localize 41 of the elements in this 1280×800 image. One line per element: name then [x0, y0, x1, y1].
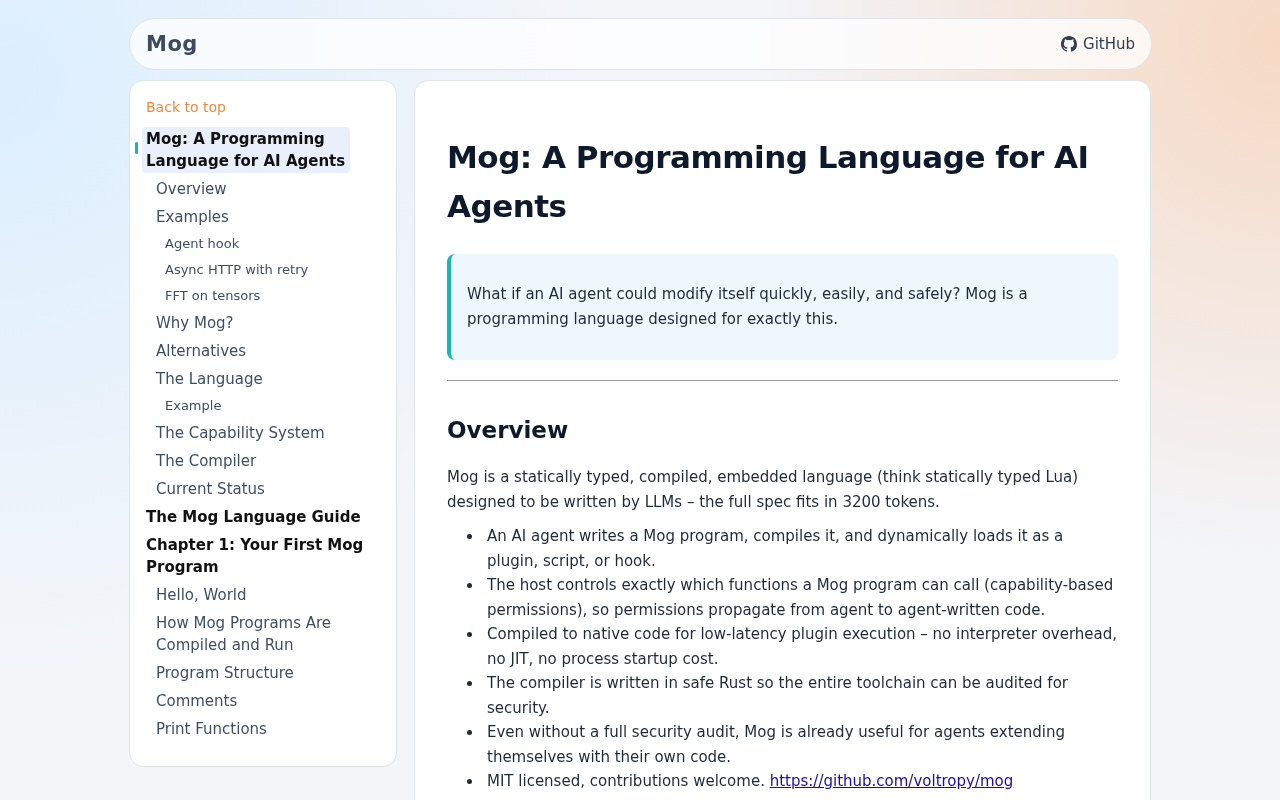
- list-item-text: The compiler is written in safe Rust so the entire toolchain can be audited for security.: [487, 673, 1069, 719]
- toc-link[interactable]: The Language: [146, 365, 380, 393]
- site-title[interactable]: Mog: [146, 32, 198, 56]
- toc-link[interactable]: Example: [146, 393, 380, 419]
- list-item-text: The host controls exactly which functions a Mog program can call (capability-based permissions), so permissions propagate from agent to agent-written code.: [487, 575, 1115, 621]
- toc-link[interactable]: FFT on tensors: [146, 283, 380, 309]
- toc-link[interactable]: Print Functions: [146, 715, 380, 743]
- list-item-text: An AI agent writes a Mog program, compiles it, and dynamically loads it as a plugin, script, or hook.: [487, 526, 1065, 572]
- repo-link[interactable]: https://github.com/voltropy/mog: [769, 772, 1014, 790]
- bullet-icon: [467, 779, 472, 784]
- list-item-text: Even without a full security audit, Mog is already useful for agents extending themselves with their own code.: [487, 722, 1067, 768]
- toc-link[interactable]: Examples: [146, 203, 380, 231]
- toc-link[interactable]: Program Structure: [146, 659, 380, 687]
- active-marker: [135, 142, 138, 154]
- toc-link[interactable]: Chapter 1: Your First Mog Program: [146, 531, 380, 581]
- section-heading: Overview: [447, 417, 570, 443]
- toc-link[interactable]: Comments: [146, 687, 380, 715]
- bullet-icon: [467, 583, 472, 588]
- paragraph: Mog is a statically typed, compiled, embedded language (think statically typed Lua) designed to be written by LLMs – the full spec fits in 3200 tokens.: [447, 467, 1080, 513]
- toc-link[interactable]: The Mog Language Guide: [146, 503, 380, 531]
- bullet-icon: [467, 632, 472, 637]
- toc-link[interactable]: Why Mog?: [146, 309, 380, 337]
- toc-link[interactable]: Overview: [146, 175, 380, 203]
- list-item-text: Compiled to native code for low-latency plugin execution – no interpreter overhead, no JIT, no process startup cost.: [487, 624, 1118, 670]
- bullet-icon: [467, 534, 472, 539]
- list-item-text: MIT licensed, contributions welcome. https://github.com/voltropy/mog: [487, 771, 1014, 792]
- toc-link[interactable]: Current Status: [146, 475, 380, 503]
- toc-link[interactable]: Agent hook: [146, 231, 380, 257]
- toc-link[interactable]: Alternatives: [146, 337, 380, 365]
- toc-link[interactable]: Async HTTP with retry: [146, 257, 380, 283]
- github-icon: [1061, 36, 1077, 52]
- article-title: Mog: A Programming Language for AI Agents: [447, 138, 1090, 226]
- bullet-icon: [467, 681, 472, 686]
- callout-text: What if an AI agent could modify itself quickly, easily, and safely? Mog is a programming language designed for exactly this.: [447, 254, 1118, 360]
- toc-link[interactable]: The Compiler: [146, 447, 380, 475]
- toc-link[interactable]: Mog: A Programming Language for AI Agents: [142, 127, 350, 173]
- bullet-icon: [467, 730, 472, 735]
- toc-link[interactable]: Hello, World: [146, 581, 380, 609]
- toc-link[interactable]: The Capability System: [146, 419, 380, 447]
- github-link[interactable]: GitHub: [1061, 35, 1135, 53]
- toc-link[interactable]: How Mog Programs Are Compiled and Run: [146, 609, 380, 659]
